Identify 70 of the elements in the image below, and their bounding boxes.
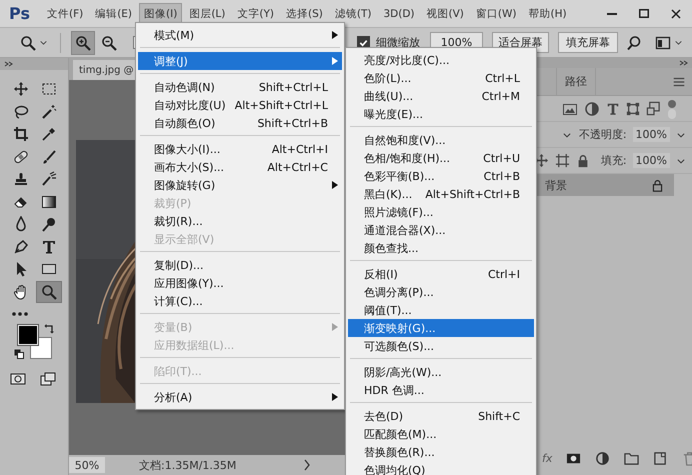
- menu-item[interactable]: 自动颜色(O) Shift+Ctrl+B: [138, 114, 342, 132]
- menu-item[interactable]: 替换颜色(R)...: [348, 443, 534, 461]
- document-tab[interactable]: timg.jpg @: [73, 60, 138, 80]
- menu-item[interactable]: 匹配颜色(M)...: [348, 425, 534, 443]
- menu-bar-item[interactable]: 视图(V): [422, 2, 469, 24]
- menu-item[interactable]: 色调分离(P)...: [348, 283, 534, 301]
- shortcut-label: Ctrl+B: [482, 170, 520, 182]
- menu-item[interactable]: 照片滤镜(F)...: [348, 203, 534, 221]
- menu-bar-item[interactable]: 图像(I): [139, 2, 182, 24]
- document-info: 文档:1.35M/1.35M: [139, 458, 236, 472]
- shortcut-label: Shift+Ctrl+B: [256, 116, 328, 130]
- menu-item[interactable]: 裁切(R)...: [138, 212, 342, 230]
- opacity-label: 不透明度:: [578, 127, 627, 142]
- menu-item[interactable]: 模式(M): [138, 26, 342, 44]
- layer-name: 背景: [545, 178, 568, 192]
- menu-item[interactable]: 去色(D) Shift+C: [348, 407, 534, 425]
- menu-item[interactable]: 计算(C)...: [138, 292, 342, 310]
- shortcut-label: Ctrl+I: [486, 268, 520, 280]
- menu-item[interactable]: 可选颜色(S)...: [348, 337, 534, 355]
- menu-item[interactable]: 阴影/高光(W)...: [348, 363, 534, 381]
- menu-item[interactable]: 调整(J): [138, 52, 342, 70]
- option-button[interactable]: 填充屏幕: [558, 32, 618, 53]
- shortcut-label: Ctrl+L: [484, 72, 520, 84]
- menu-bar-item[interactable]: 编辑(E): [90, 2, 138, 24]
- menu-item[interactable]: 色阶(L)... Ctrl+L: [348, 69, 534, 87]
- menu-item[interactable]: 色调均化(Q): [348, 461, 534, 475]
- menu-item[interactable]: 画布大小(S)... Alt+Ctrl+C: [138, 158, 342, 176]
- menu-bar-item[interactable]: 帮助(H): [523, 2, 572, 24]
- fill-label: 填充:: [600, 153, 627, 168]
- menu-bar-item[interactable]: 文件(F): [42, 2, 88, 24]
- menu-item[interactable]: 通道混合器(X)...: [348, 221, 534, 239]
- shortcut-label: Ctrl+M: [480, 90, 520, 102]
- menu-item[interactable]: 曝光度(E)...: [348, 105, 534, 123]
- menu-item[interactable]: 分析(A): [138, 388, 342, 406]
- menu-bar-item[interactable]: 文字(Y): [232, 2, 279, 24]
- menu-item[interactable]: 曲线(U)... Ctrl+M: [348, 87, 534, 105]
- menu-item[interactable]: 自然饱和度(V)...: [348, 131, 534, 149]
- menu-item[interactable]: 图像旋转(G): [138, 176, 342, 194]
- menu-bar-item[interactable]: 选择(S): [280, 2, 328, 24]
- shortcut-label: Alt+Ctrl+C: [266, 160, 328, 174]
- shortcut-label: Alt+Shift+Ctrl+B: [424, 188, 520, 200]
- opacity-field[interactable]: 100%: [632, 127, 670, 142]
- fill-field[interactable]: 100%: [632, 153, 670, 168]
- menu-item[interactable]: 反相(I) Ctrl+I: [348, 265, 534, 283]
- effects-button[interactable]: fx: [542, 452, 552, 464]
- menu-item[interactable]: 亮度/对比度(C)...: [348, 51, 534, 69]
- zoom-field[interactable]: 50%: [69, 457, 105, 473]
- menu-item[interactable]: 颜色查找...: [348, 239, 534, 257]
- menu-item[interactable]: 渐变映射(G)...: [348, 319, 534, 337]
- checkbox-label: 细微缩放: [376, 35, 420, 50]
- shortcut-label: Alt+Shift+Ctrl+L: [234, 98, 328, 112]
- menu-bar-item[interactable]: 图层(L): [184, 2, 230, 24]
- menu-item[interactable]: HDR 色调...: [348, 381, 534, 399]
- shortcut-label: Shift+Ctrl+L: [258, 80, 328, 94]
- menu-item[interactable]: 阈值(T)...: [348, 301, 534, 319]
- menu-item[interactable]: 自动对比度(U) Alt+Shift+Ctrl+L: [138, 96, 342, 114]
- shortcut-label: Alt+Ctrl+I: [270, 142, 328, 156]
- menu-bar-item[interactable]: 3D(D): [378, 4, 420, 24]
- menu-item[interactable]: 自动色调(N) Shift+Ctrl+L: [138, 78, 342, 96]
- shortcut-label: Shift+C: [477, 410, 520, 422]
- menu-bar-item[interactable]: 滤镜(T): [330, 2, 376, 24]
- menu-item[interactable]: 色彩平衡(B)... Ctrl+B: [348, 167, 534, 185]
- shortcut-label: Ctrl+U: [482, 152, 520, 164]
- menu-bar-item[interactable]: 窗口(W): [470, 2, 522, 24]
- menu-item[interactable]: 黑白(K)... Alt+Shift+Ctrl+B: [348, 185, 534, 203]
- menu-item[interactable]: 色相/饱和度(H)... Ctrl+U: [348, 149, 534, 167]
- app-logo: Ps: [9, 4, 30, 23]
- menu-item[interactable]: 图像大小(I)... Alt+Ctrl+I: [138, 140, 342, 158]
- menu-item[interactable]: 复制(D)...: [138, 256, 342, 274]
- menu-item[interactable]: 应用图像(Y)...: [138, 274, 342, 292]
